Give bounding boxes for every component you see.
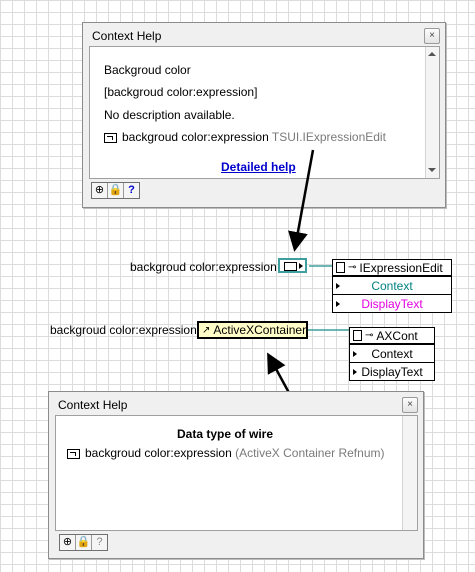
property-node-axcont[interactable]: ⊸ AXCont Context DisplayText — [349, 327, 435, 381]
help-item-label: backgroud color:expression — [85, 446, 232, 460]
expression-refnum-icon — [284, 262, 297, 271]
key-icon: ⊸ — [348, 262, 357, 273]
activex-control-label: backgroud color:expression — [50, 323, 197, 337]
property-row-label: Context — [371, 278, 413, 293]
key-icon: ⊸ — [365, 330, 374, 341]
expression-control-label: backgroud color:expression — [130, 260, 277, 274]
terminal-icon — [67, 448, 80, 459]
show-optional-terminals-button[interactable]: ⊕ — [60, 535, 76, 550]
context-help-window-bottom: Context Help × Data type of wire backgro… — [48, 391, 424, 559]
property-node-title: AXCont — [376, 328, 418, 343]
help-item: backgroud color:expression (ActiveX Cont… — [67, 446, 384, 460]
refnum-arrow-icon: ↗ — [202, 324, 211, 336]
terminal-arrow-icon — [299, 263, 303, 269]
property-node-header: ⊸ AXCont — [350, 328, 434, 344]
property-row-context[interactable]: Context — [350, 344, 434, 362]
property-row-label: DisplayText — [361, 296, 423, 311]
property-row-label: DisplayText — [361, 364, 423, 379]
property-row-context[interactable]: Context — [333, 276, 451, 294]
property-row-label: Context — [371, 346, 413, 361]
property-node-title: IExpressionEdit — [359, 260, 443, 275]
expression-refnum-terminal[interactable] — [278, 258, 307, 273]
row-arrow-icon — [336, 282, 340, 289]
property-node-iexpressionedit[interactable]: ⊸ IExpressionEdit Context DisplayText — [332, 259, 452, 313]
lock-help-button[interactable]: 🔒 — [76, 535, 92, 550]
document-icon — [336, 262, 345, 273]
help-content: Data type of wire backgroud color:expres… — [55, 415, 418, 531]
document-icon — [353, 330, 362, 341]
help-toolbar: ⊕ 🔒 ? — [59, 534, 108, 551]
window-title: Context Help — [58, 398, 128, 412]
help-heading: Data type of wire — [177, 427, 274, 441]
property-node-header: ⊸ IExpressionEdit — [333, 260, 451, 276]
help-item-type: (ActiveX Container Refnum) — [235, 446, 385, 460]
vertical-scrollbar[interactable] — [402, 416, 417, 530]
detailed-help-button[interactable]: ? — [92, 535, 107, 550]
property-row-displaytext[interactable]: DisplayText — [333, 294, 451, 312]
row-arrow-icon — [336, 300, 340, 307]
row-arrow-icon — [353, 368, 357, 375]
property-row-displaytext[interactable]: DisplayText — [350, 362, 434, 380]
row-arrow-icon — [353, 350, 357, 357]
activex-refnum-label: ActiveXContainer — [213, 323, 307, 337]
close-button[interactable]: × — [402, 397, 418, 413]
arrow-to-expression-node — [288, 149, 315, 252]
activex-refnum-terminal[interactable]: ↗ ActiveXContainer — [197, 321, 308, 339]
